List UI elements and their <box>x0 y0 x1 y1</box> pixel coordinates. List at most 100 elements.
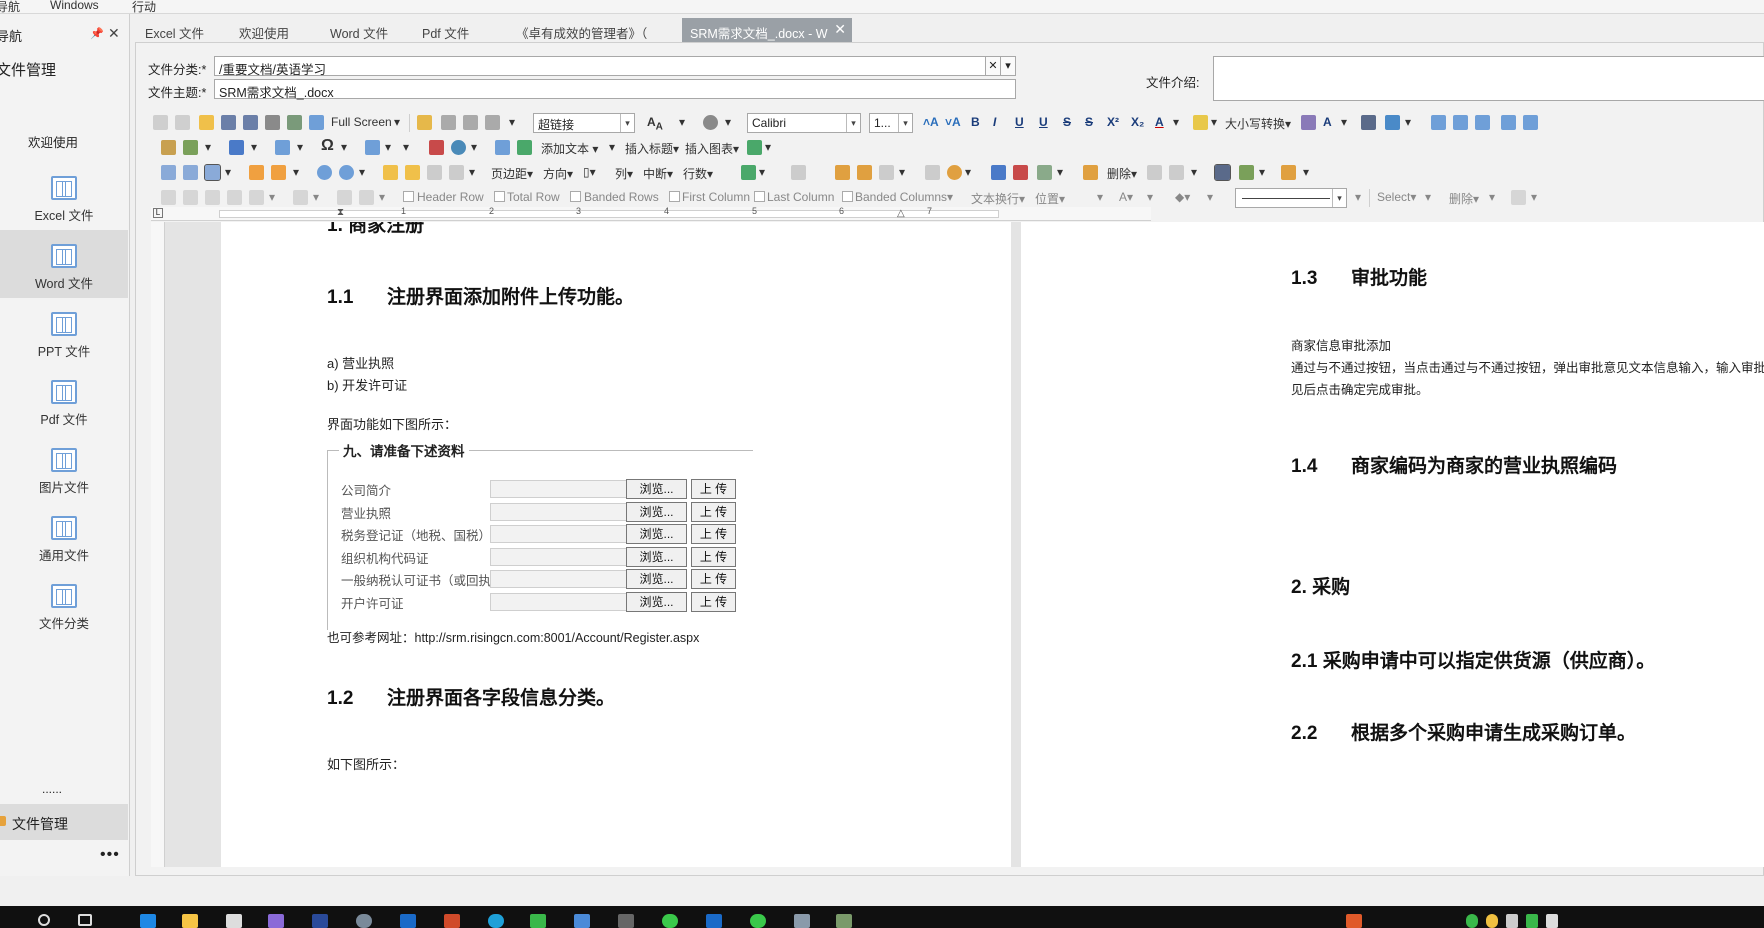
chevron-down-icon[interactable]: ▾ <box>1341 115 1347 129</box>
table-borders-icon[interactable] <box>249 190 264 205</box>
shield-icon[interactable] <box>706 914 722 928</box>
upload-button[interactable]: 上 传 <box>691 502 736 522</box>
menu-item-nav[interactable]: 导航 <box>0 0 20 15</box>
show-markup-icon[interactable] <box>1214 164 1231 181</box>
align-right-icon[interactable] <box>205 190 220 205</box>
hyphenation-icon[interactable] <box>741 165 756 180</box>
highlight-icon[interactable] <box>1193 115 1208 130</box>
upload-button[interactable]: 上 传 <box>691 524 736 544</box>
delete-comment-icon[interactable] <box>857 165 872 180</box>
browse-button[interactable]: 浏览... <box>626 569 687 589</box>
nav-item-category[interactable]: 文件分类 <box>0 570 128 638</box>
tab-srm-docx[interactable]: SRM需求文档_.docx - W ✕ <box>682 18 852 42</box>
full-screen-button[interactable]: Full Screen <box>331 115 392 129</box>
tab-book[interactable]: 《卓有成效的管理者》（ <box>516 18 647 42</box>
chevron-down-icon[interactable]: ▾ <box>899 165 905 179</box>
select-button[interactable]: Select▾ <box>1377 190 1416 204</box>
chevron-down-icon[interactable]: ▾ <box>947 190 953 204</box>
paste-special-icon[interactable] <box>485 115 500 130</box>
media-icon[interactable] <box>530 914 546 928</box>
table-properties-icon[interactable] <box>1511 190 1526 205</box>
chevron-down-icon[interactable]: ▾ <box>965 165 971 179</box>
insert-image-icon[interactable] <box>183 140 198 155</box>
chevron-down-icon[interactable]: ▾ <box>1147 190 1153 204</box>
table-icon[interactable] <box>365 140 380 155</box>
nav-item-word[interactable]: Word 文件 <box>0 230 128 298</box>
tab-word[interactable]: Word 文件 <box>330 18 388 42</box>
multilevel-list-icon[interactable] <box>1475 115 1490 130</box>
category-field[interactable]: /重要文档/英语学习 <box>214 56 986 77</box>
banded-rows-checkbox[interactable] <box>570 191 581 202</box>
chevron-down-icon[interactable]: ▾ <box>1332 189 1346 207</box>
split-cells-icon[interactable] <box>359 190 374 205</box>
chevron-down-icon[interactable]: ▾ <box>1489 190 1495 204</box>
decrease-indent-icon[interactable] <box>1501 115 1516 130</box>
superscript-icon[interactable]: X² <box>1107 115 1119 129</box>
indent-marker-icon[interactable]: ⧗ <box>337 207 344 218</box>
chevron-down-icon[interactable]: ▾ <box>759 165 765 179</box>
file-input[interactable] <box>490 548 642 566</box>
insert-chart-button[interactable]: 插入图表▾ <box>685 140 739 157</box>
nav-item-pdf[interactable]: Pdf 文件 <box>0 366 128 434</box>
browse-button[interactable]: 浏览... <box>626 547 687 567</box>
last-column-checkbox[interactable] <box>754 191 765 202</box>
browse-button[interactable]: 浏览... <box>626 524 687 544</box>
search-icon[interactable] <box>38 914 50 926</box>
protect-icon[interactable] <box>991 165 1006 180</box>
accept-icon[interactable] <box>1147 165 1162 180</box>
tray-icon[interactable] <box>1546 914 1558 928</box>
delete-table-icon[interactable] <box>293 190 308 205</box>
app-2-icon[interactable] <box>836 914 852 928</box>
chevron-down-icon[interactable]: ▾ <box>359 165 365 179</box>
browse-button[interactable]: 浏览... <box>626 502 687 522</box>
print-icon[interactable] <box>265 115 280 130</box>
chevron-down-icon[interactable]: ▾ <box>379 190 385 204</box>
shading-icon[interactable]: ◆▾ <box>1175 190 1190 204</box>
store-icon[interactable] <box>226 914 242 928</box>
break-button[interactable]: 中断▾ <box>643 165 673 182</box>
justify-icon[interactable] <box>227 190 242 205</box>
task-view-icon[interactable] <box>78 914 92 926</box>
grow-font-icon[interactable]: ˄A <box>923 115 939 129</box>
subject-field[interactable]: SRM需求文档_.docx <box>214 79 1016 100</box>
nav-item-ppt[interactable]: PPT 文件 <box>0 298 128 366</box>
chevron-down-icon[interactable]: ▾ <box>1355 190 1361 204</box>
chevron-down-icon[interactable]: ▾ <box>471 140 477 154</box>
banded-columns-checkbox[interactable] <box>842 191 853 202</box>
chevron-down-icon[interactable]: ▾ <box>1303 165 1309 179</box>
save-as-icon[interactable] <box>243 115 258 130</box>
prev-comment-icon[interactable] <box>879 165 894 180</box>
chevron-down-icon[interactable]: ▾ <box>1000 56 1016 76</box>
tray-app-icon[interactable] <box>1346 914 1362 928</box>
menu-item-action[interactable]: 行动 <box>132 0 156 15</box>
line-numbers-button[interactable]: 行数▾ <box>683 165 713 182</box>
chevron-down-icon[interactable]: ▾ <box>1211 115 1217 129</box>
file-input[interactable] <box>490 593 642 611</box>
zoom-in-icon[interactable] <box>339 165 354 180</box>
permission-icon[interactable] <box>1013 165 1028 180</box>
edit-icon[interactable] <box>1083 165 1098 180</box>
shrink-font-icon[interactable]: ˅A <box>945 115 961 129</box>
chat-icon[interactable] <box>750 914 766 928</box>
size-button[interactable]: ▯▾ <box>583 165 596 179</box>
chevron-down-icon[interactable]: ▾ <box>1405 115 1411 129</box>
whole-page-icon[interactable] <box>405 165 420 180</box>
chevron-down-icon[interactable]: ▾ <box>679 115 685 129</box>
chevron-down-icon[interactable]: ▾ <box>1191 165 1197 179</box>
columns-button[interactable]: 列▾ <box>615 165 633 182</box>
position-button[interactable]: 位置▾ <box>1035 190 1065 207</box>
field-icon[interactable] <box>275 140 290 155</box>
upload-button[interactable]: 上 传 <box>691 547 736 567</box>
tab-pdf[interactable]: Pdf 文件 <box>422 18 469 42</box>
chevron-down-icon[interactable]: ▾ <box>846 114 860 132</box>
chevron-down-icon[interactable]: ▾ <box>469 165 475 179</box>
nav-item-general[interactable]: 通用文件 <box>0 502 128 570</box>
italic-icon[interactable]: I <box>993 115 996 129</box>
vertical-ruler-icon[interactable] <box>271 165 286 180</box>
browse-button[interactable]: 浏览... <box>626 479 687 499</box>
align-center-icon[interactable] <box>183 190 198 205</box>
powerpoint-icon[interactable] <box>444 914 460 928</box>
double-underline-icon[interactable]: U <box>1039 115 1048 129</box>
print-preview-icon[interactable] <box>309 115 324 130</box>
close-tab-icon[interactable]: ✕ <box>834 21 846 38</box>
